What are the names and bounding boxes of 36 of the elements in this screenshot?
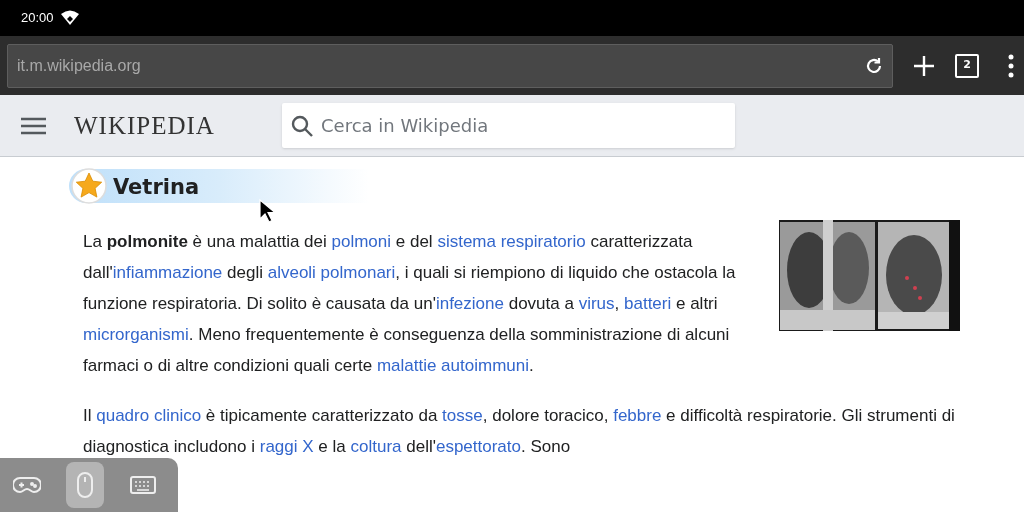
- link[interactable]: tosse: [442, 406, 483, 425]
- mouse-icon: [76, 471, 94, 499]
- link[interactable]: microrganismi: [83, 325, 189, 344]
- link[interactable]: infiammazione: [112, 263, 223, 282]
- wifi-icon: [59, 10, 80, 26]
- url-text: it.m.wikipedia.org: [17, 55, 142, 76]
- tab-count-button[interactable]: 2: [955, 53, 979, 78]
- new-tab-icon[interactable]: [913, 54, 935, 77]
- search-icon: [291, 114, 313, 137]
- link[interactable]: malattie autoimmuni: [376, 356, 529, 375]
- wikipedia-logo: WIKIPEDIA: [74, 110, 216, 141]
- address-bar[interactable]: it.m.wikipedia.org: [7, 43, 893, 88]
- link[interactable]: coltura: [350, 437, 402, 456]
- reload-icon[interactable]: [864, 55, 884, 76]
- gamepad-icon: [13, 475, 41, 495]
- paragraph: La polmonite è una malattia dei polmoni e del sistema respiratorio caratterizzata dall'infiammazione degli alveoli polmonari, i quali si riempiono di liquido che ostacola la funzione respiratoria. Di solito è causata da un'infezione dovuta a virus, batteri e altri microrganismi. Meno frequentemente è conseguenza della somministrazione di alcuni farmaci o di altre condizioni quali certe malattie autoimmuni.: [83, 231, 737, 377]
- link[interactable]: sistema respiratorio: [437, 232, 586, 251]
- clock: 20:00: [21, 9, 54, 28]
- section-title: Vetrina: [113, 174, 200, 202]
- link[interactable]: febbre: [613, 406, 662, 425]
- keyboard-icon: [129, 475, 157, 495]
- menu-icon[interactable]: [21, 115, 46, 136]
- input-mode-button[interactable]: [66, 462, 104, 508]
- link[interactable]: raggi X: [259, 437, 314, 456]
- link[interactable]: batteri: [624, 294, 672, 313]
- link[interactable]: polmoni: [331, 232, 392, 251]
- more-icon[interactable]: [1008, 53, 1014, 78]
- cursor-icon: [259, 199, 275, 223]
- paragraph: Il quadro clinico è tipicamente caratterizzato da tosse, dolore toracico, febbre e difficoltà respiratorie. Gli strumenti di diagnostica includono i raggi X e la coltura dell'espettorato. Sono: [83, 405, 956, 458]
- link[interactable]: infezione: [435, 294, 504, 313]
- search-field[interactable]: Cerca in Wikipedia: [282, 103, 735, 148]
- link[interactable]: espettorato: [435, 437, 521, 456]
- link[interactable]: quadro clinico: [96, 406, 202, 425]
- link[interactable]: alveoli polmonari: [267, 263, 396, 282]
- link[interactable]: virus: [578, 294, 615, 313]
- search-placeholder: Cerca in Wikipedia: [321, 114, 489, 138]
